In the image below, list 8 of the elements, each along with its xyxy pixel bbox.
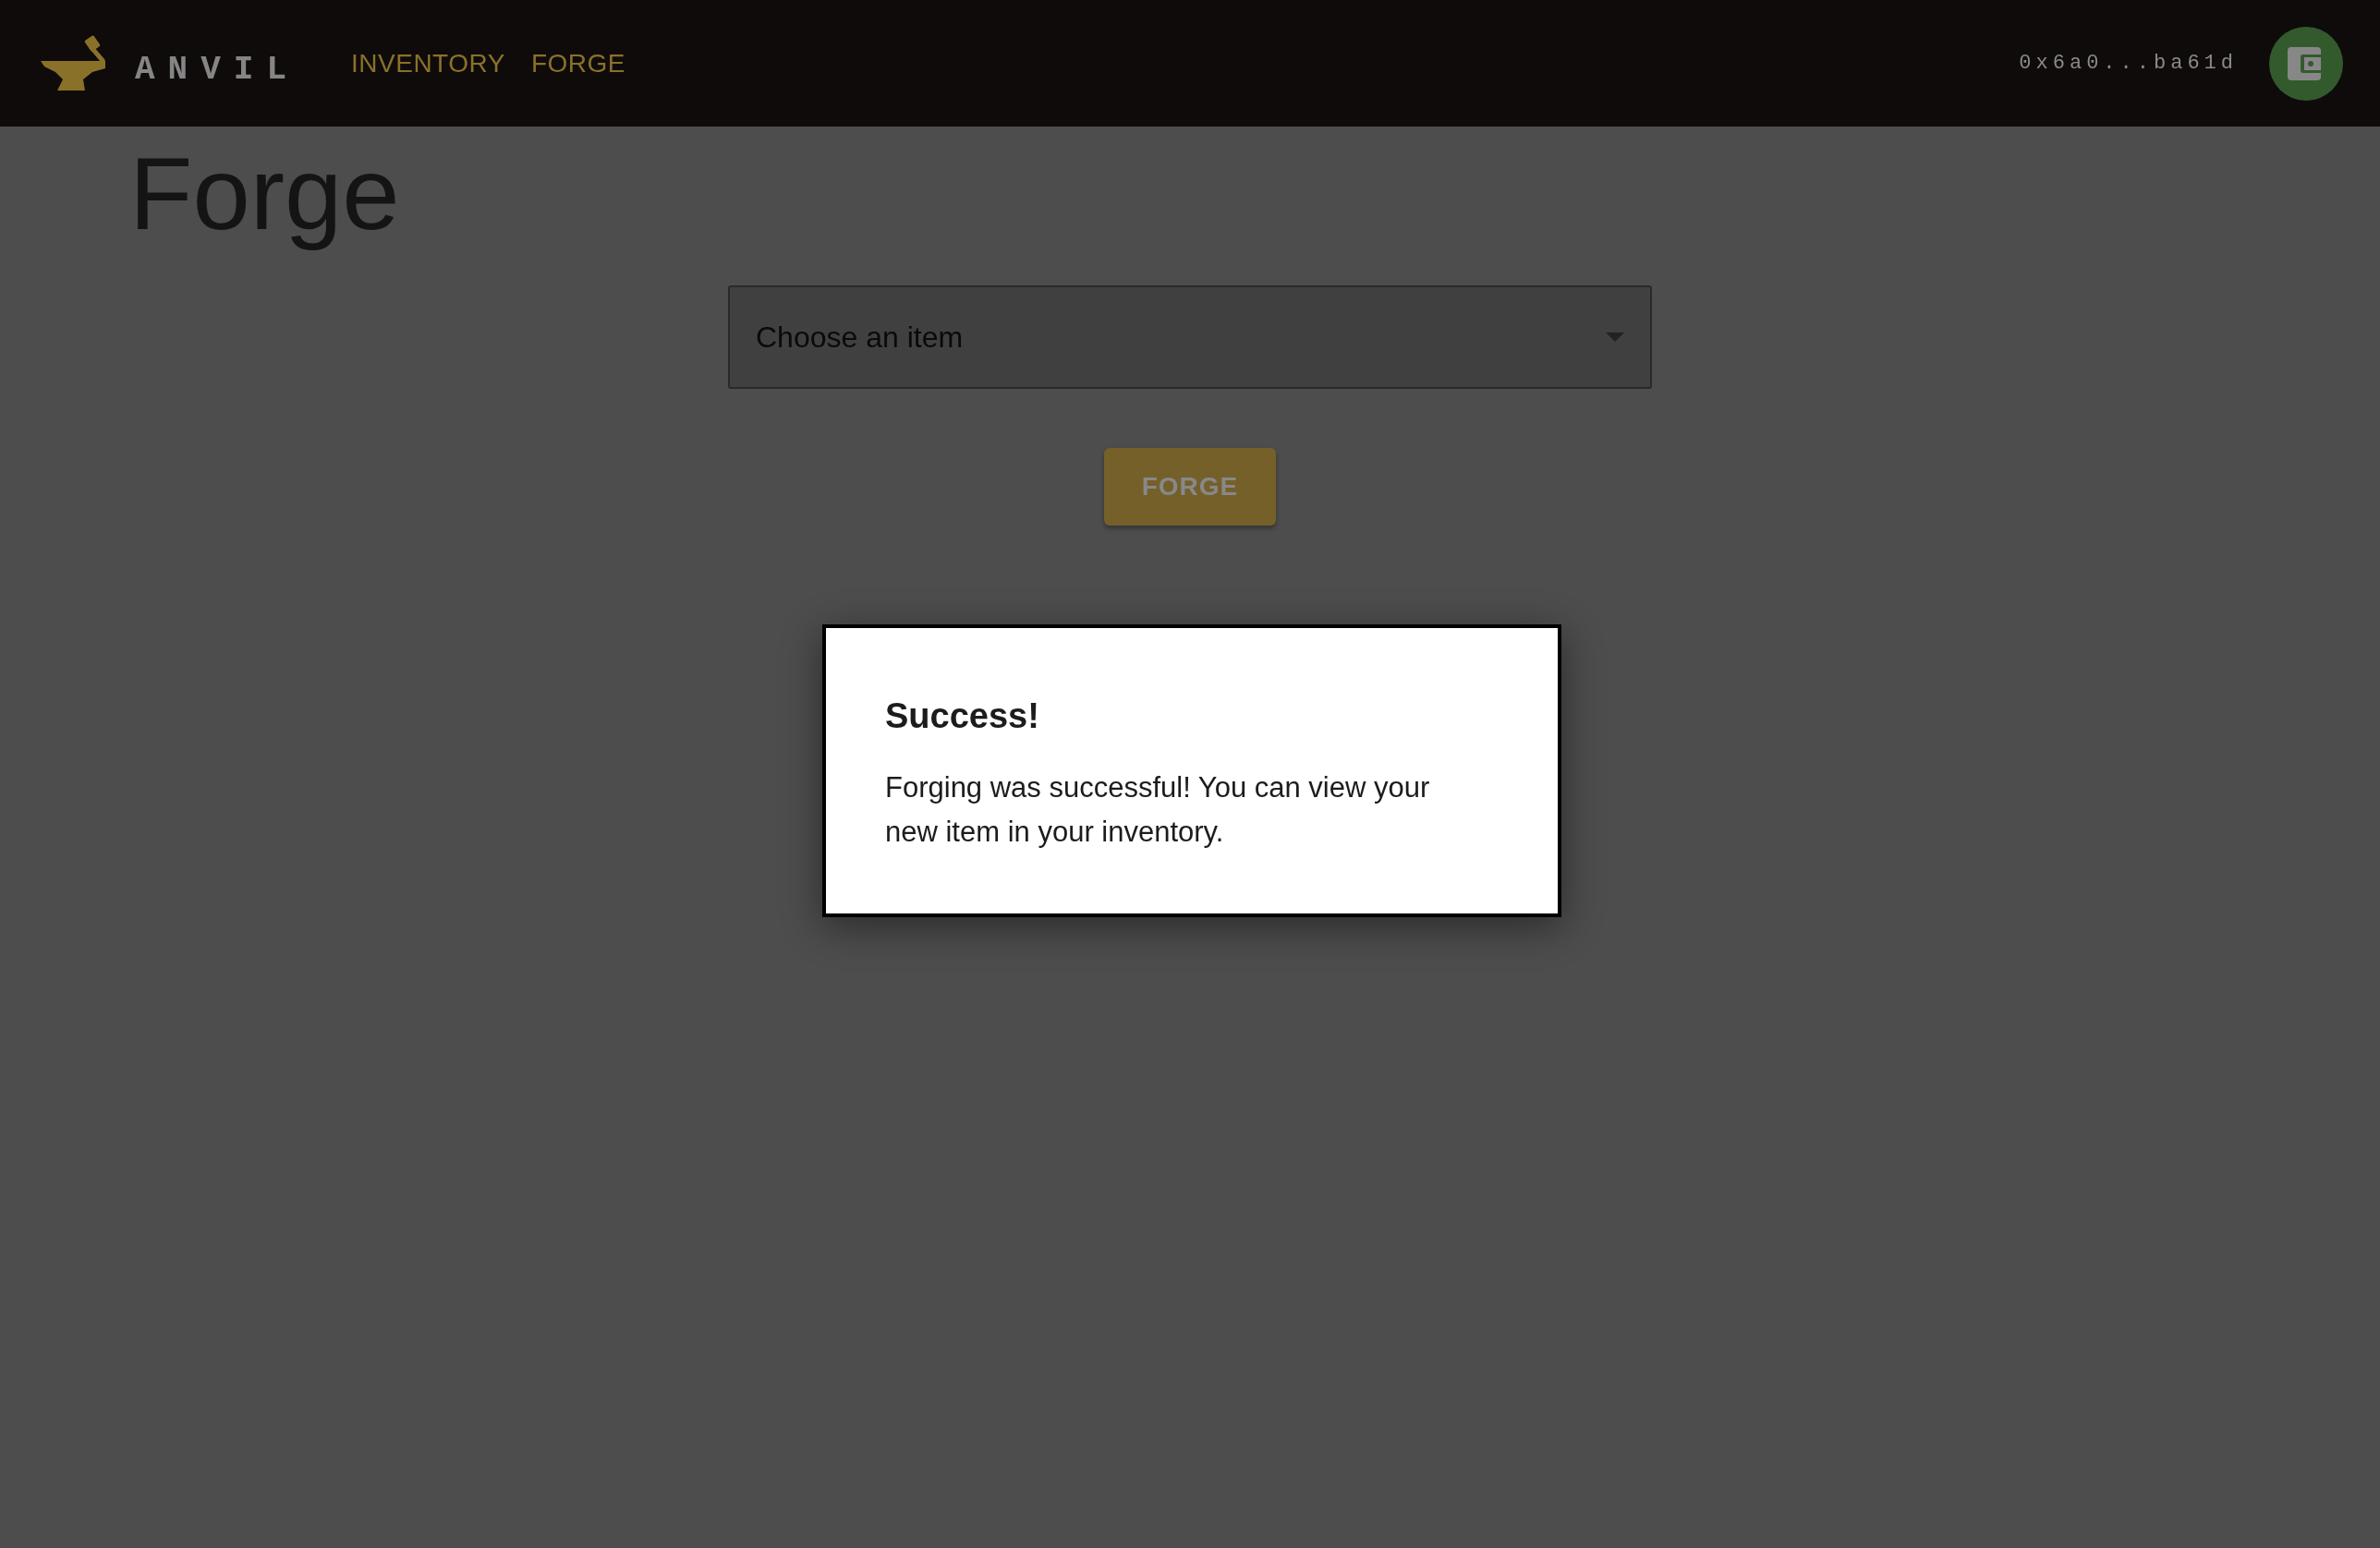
dialog-title: Success! — [885, 696, 1040, 736]
brand-name: ANVIL — [135, 51, 300, 89]
wallet-address: 0x6a0...ba61d — [2019, 52, 2238, 75]
nav-link[interactable]: FORGE — [530, 48, 625, 79]
nav-link[interactable]: INVENTORY — [351, 48, 505, 79]
dialog-message: Forging was successful! You can view your new item in your inventory. — [885, 770, 1431, 850]
page-title: Forge — [129, 135, 401, 253]
caret-icon — [1606, 333, 1624, 343]
